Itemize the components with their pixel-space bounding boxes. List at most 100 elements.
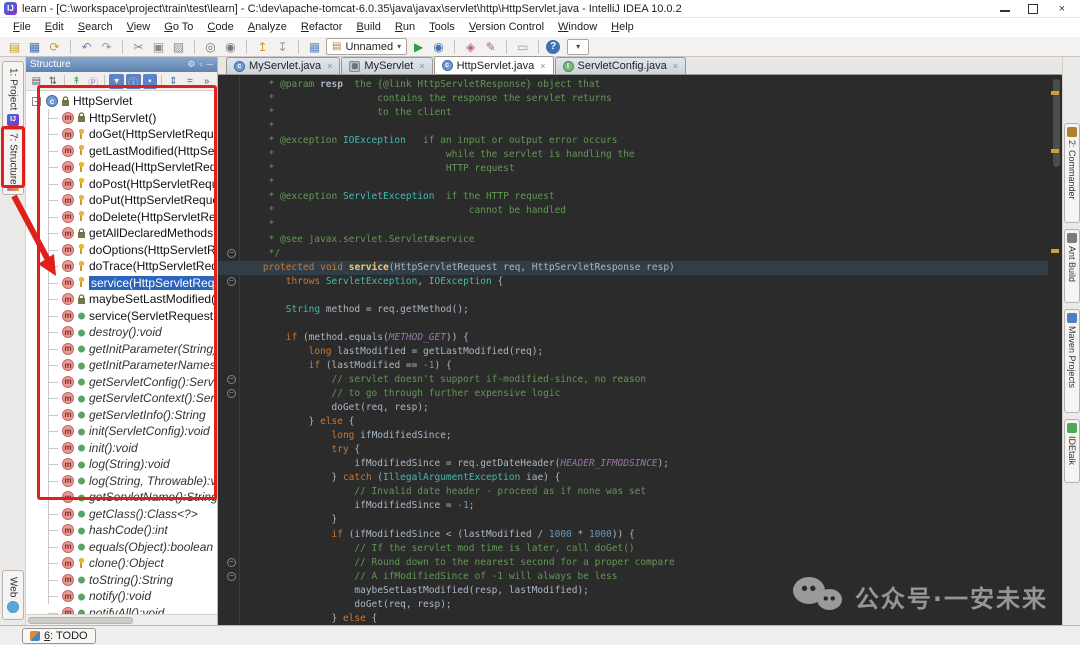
structure-panel-header[interactable]: Structure ⚙ ▫ ─ bbox=[26, 57, 217, 72]
tree-item[interactable]: m notifyAll():void bbox=[26, 605, 217, 614]
fold-marker-icon[interactable]: − bbox=[227, 571, 236, 581]
tree-item[interactable]: m init(ServletConfig):void bbox=[26, 423, 217, 440]
code-content[interactable]: * @param resp the {@link HttpServletResp… bbox=[218, 78, 1048, 625]
tree-item[interactable]: m getClass():Class<?> bbox=[26, 506, 217, 523]
tree-item[interactable]: m doPost(HttpServletRequest, bbox=[26, 176, 217, 193]
tree-item[interactable]: m notify():void bbox=[26, 588, 217, 605]
project-structure-icon[interactable]: ▦ bbox=[306, 39, 323, 55]
show-inherited-icon[interactable]: ⓘ bbox=[125, 73, 141, 89]
tree-item[interactable]: m doOptions(HttpServletRequ bbox=[26, 242, 217, 259]
tree-item[interactable]: m log(String):void bbox=[26, 456, 217, 473]
show-non-public-icon[interactable]: ▪ bbox=[142, 73, 158, 89]
tab-close-icon[interactable]: × bbox=[419, 61, 424, 71]
code-editor[interactable]: − − − − − − * @param resp the {@link HttpServ… bbox=[218, 75, 1062, 625]
run-icon[interactable]: ▶ bbox=[410, 39, 427, 55]
tree-item[interactable]: m doGet(HttpServletRequest, H bbox=[26, 126, 217, 143]
paste-icon[interactable]: ▨ bbox=[170, 39, 187, 55]
tree-item[interactable]: m getServletName():String bbox=[26, 489, 217, 506]
collapse-toggle-icon[interactable]: − bbox=[32, 96, 41, 106]
tool-tab-web[interactable]: Web bbox=[2, 570, 24, 620]
tree-item[interactable]: m doTrace(HttpServletRequest bbox=[26, 258, 217, 275]
back-icon[interactable]: ↥ bbox=[254, 39, 271, 55]
tree-item[interactable]: m getServletInfo():String bbox=[26, 407, 217, 424]
menu-analyze[interactable]: Analyze bbox=[241, 19, 294, 35]
edit-config-icon[interactable]: ✎ bbox=[482, 39, 499, 55]
tree-item[interactable]: m equals(Object):boolean bbox=[26, 539, 217, 556]
tool-tab-ant-build[interactable]: Ant Build bbox=[1064, 229, 1080, 303]
tool-tab-2-commander[interactable]: 2: Commander bbox=[1064, 123, 1080, 223]
group-by-icon[interactable]: ▤ bbox=[29, 74, 44, 89]
menu-file[interactable]: File bbox=[6, 19, 38, 35]
menu-edit[interactable]: Edit bbox=[38, 19, 71, 35]
redo-icon[interactable]: ↷ bbox=[98, 39, 115, 55]
tab-close-icon[interactable]: × bbox=[327, 61, 332, 71]
tree-root-row[interactable]: − c HttpServlet bbox=[26, 93, 217, 110]
expand-all-icon[interactable]: ⇕ bbox=[166, 74, 181, 89]
copy-icon[interactable]: ▣ bbox=[150, 39, 167, 55]
fold-marker-icon[interactable]: − bbox=[227, 389, 236, 399]
menu-search[interactable]: Search bbox=[71, 19, 120, 35]
tree-item[interactable]: m hashCode():int bbox=[26, 522, 217, 539]
tree-item[interactable]: m getServletContext():ServletC bbox=[26, 390, 217, 407]
gear-icon[interactable]: ⚙ bbox=[187, 59, 195, 70]
cut-icon[interactable]: ✂ bbox=[130, 39, 147, 55]
show-properties-icon[interactable]: Ⓟ bbox=[86, 74, 101, 89]
menu-go-to[interactable]: Go To bbox=[157, 19, 200, 35]
tree-item[interactable]: m service(ServletRequest, Serv bbox=[26, 308, 217, 325]
tab-close-icon[interactable]: × bbox=[673, 61, 678, 71]
editor-tab-httpservlet-java[interactable]: c HttpServlet.java × bbox=[433, 56, 554, 74]
tree-item[interactable]: m doHead(HttpServletRequest bbox=[26, 159, 217, 176]
tree-item[interactable]: m getAllDeclaredMethods(Clas bbox=[26, 225, 217, 242]
maximize-button[interactable] bbox=[1028, 3, 1038, 14]
replace-icon[interactable]: ◉ bbox=[222, 39, 239, 55]
fold-marker-icon[interactable]: − bbox=[227, 375, 236, 385]
autoscroll-icon[interactable]: = bbox=[183, 74, 198, 89]
show-fields-icon[interactable]: ▾ bbox=[109, 73, 124, 89]
tree-item[interactable]: m getInitParameter(String):Str bbox=[26, 341, 217, 358]
debug-icon[interactable]: ◉ bbox=[430, 39, 447, 55]
close-button[interactable]: × bbox=[1056, 3, 1068, 15]
tree-item[interactable]: m doPut(HttpServletRequest, H bbox=[26, 192, 217, 209]
menu-help[interactable]: Help bbox=[604, 19, 641, 35]
tree-item[interactable]: m toString():String bbox=[26, 572, 217, 589]
tool-tab-idetalk[interactable]: IDEtalk bbox=[1064, 419, 1080, 483]
menu-run[interactable]: Run bbox=[388, 19, 422, 35]
forward-icon[interactable]: ↧ bbox=[274, 39, 291, 55]
tool-tab-project[interactable]: 1: Project IJ bbox=[2, 61, 24, 133]
undo-icon[interactable]: ↶ bbox=[78, 39, 95, 55]
coverage-icon[interactable]: ◈ bbox=[462, 39, 479, 55]
hscroll-thumb[interactable] bbox=[28, 617, 134, 624]
doc-icon[interactable]: ▭ bbox=[514, 39, 531, 55]
tool-tab-maven-projects[interactable]: Maven Projects bbox=[1064, 309, 1080, 413]
save-icon[interactable]: ▦ bbox=[26, 39, 43, 55]
fold-marker-icon[interactable]: − bbox=[227, 557, 236, 567]
tree-item[interactable]: m init():void bbox=[26, 440, 217, 457]
editor-error-stripe[interactable] bbox=[1048, 75, 1062, 625]
tree-item[interactable]: m maybeSetLastModified(Http bbox=[26, 291, 217, 308]
tree-item[interactable]: m getLastModified(HttpServle bbox=[26, 143, 217, 160]
open-icon[interactable]: ▤ bbox=[6, 39, 23, 55]
menu-build[interactable]: Build bbox=[349, 19, 387, 35]
sort-alpha-icon[interactable]: ⇅ bbox=[46, 74, 61, 89]
toolbar-more-dropdown[interactable]: ▾ bbox=[567, 38, 590, 55]
menu-view[interactable]: View bbox=[120, 19, 158, 35]
tree-item[interactable]: m doDelete(HttpServletReques bbox=[26, 209, 217, 226]
tree-item[interactable]: m service(HttpServletRequest, bbox=[26, 275, 217, 292]
find-icon[interactable]: ◎ bbox=[202, 39, 219, 55]
sync-icon[interactable]: ⟳ bbox=[46, 39, 63, 55]
float-icon[interactable]: ▫ bbox=[199, 59, 202, 70]
tree-item[interactable]: m log(String, Throwable):void bbox=[26, 473, 217, 490]
tool-tab-structure[interactable]: 7: Structure bbox=[2, 129, 24, 195]
tree-item[interactable]: m HttpServlet() bbox=[26, 110, 217, 127]
sort-visibility-icon[interactable]: ↟ bbox=[69, 74, 84, 89]
menu-version-control[interactable]: Version Control bbox=[462, 19, 551, 35]
menu-code[interactable]: Code bbox=[200, 19, 240, 35]
editor-tab-servletconfig-java[interactable]: I ServletConfig.java × bbox=[554, 57, 687, 74]
tab-close-icon[interactable]: × bbox=[540, 61, 545, 71]
fold-marker-icon[interactable]: − bbox=[227, 248, 236, 258]
run-config-combo[interactable]: ▤ Unnamed ▾ bbox=[326, 38, 408, 55]
tree-item[interactable]: m destroy():void bbox=[26, 324, 217, 341]
menu-refactor[interactable]: Refactor bbox=[294, 19, 350, 35]
editor-tab-myservlet-java[interactable]: c MyServlet.java × bbox=[226, 57, 341, 74]
structure-hscrollbar[interactable] bbox=[26, 614, 217, 625]
